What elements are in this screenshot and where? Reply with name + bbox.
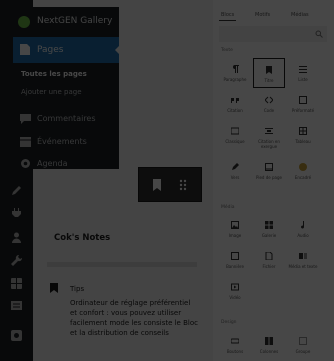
pen-icon — [232, 163, 239, 170]
tab-media[interactable]: Médias — [291, 12, 309, 18]
pages-icon — [20, 44, 30, 55]
gallery-icon — [265, 221, 273, 229]
block-toolbar — [138, 167, 202, 202]
callout-icon — [299, 163, 307, 171]
buttons-icon — [231, 338, 239, 344]
bookmark-icon — [50, 283, 58, 293]
block-media-text[interactable]: Média et texte — [287, 245, 319, 275]
active-menu-arrow — [115, 45, 120, 55]
block-classic[interactable]: Classique — [219, 120, 251, 150]
section-text: Texte — [221, 48, 233, 53]
block-file[interactable]: Fichier — [253, 245, 285, 275]
calendar-icon — [20, 137, 31, 147]
section-media: Média — [221, 205, 235, 210]
list-icon — [299, 66, 307, 73]
footer-icon — [265, 163, 273, 171]
image-icon — [231, 221, 239, 229]
inserter-tabs: Blocs Motifs Médias — [213, 8, 334, 22]
gallery-icon[interactable] — [11, 330, 22, 341]
submenu-add-page[interactable]: Ajouter une page — [21, 88, 82, 96]
menu-item-events-label: Événements — [37, 137, 87, 146]
menu-item-comments[interactable]: Commentaires — [13, 108, 119, 130]
tip-text: Ordinateur de réglage préférentiel et co… — [70, 299, 198, 337]
users-icon[interactable] — [11, 232, 22, 243]
block-image[interactable]: Image — [219, 214, 251, 244]
audio-icon — [301, 221, 305, 229]
file-icon — [265, 252, 273, 260]
menu-item-comments-label: Commentaires — [37, 114, 96, 123]
tab-patterns[interactable]: Motifs — [255, 12, 270, 18]
columns-icon — [265, 337, 273, 345]
group-icon — [299, 337, 307, 345]
paragraph-icon — [233, 65, 239, 73]
pullquote-icon — [265, 128, 273, 134]
tip-title: Tips — [70, 285, 85, 293]
video-icon — [231, 283, 239, 291]
block-group[interactable]: Groupe — [287, 330, 319, 360]
search-icon — [315, 30, 323, 38]
preformatted-icon — [299, 96, 307, 104]
block-callout[interactable]: Encadré — [287, 156, 319, 186]
bookmark-icon[interactable] — [150, 178, 164, 192]
wrench-icon[interactable] — [11, 255, 22, 266]
media-text-icon — [299, 253, 307, 259]
admin-flyout-menu: NextGEN Gallery Pages Toutes les pages A… — [13, 7, 120, 169]
tab-blocks[interactable]: Blocs — [218, 12, 237, 21]
block-preformatted[interactable]: Préformaté — [287, 89, 319, 119]
block-video[interactable]: Vidéo — [219, 276, 251, 306]
menu-item-agenda[interactable]: Agenda — [13, 153, 119, 175]
settings-grid-icon[interactable] — [11, 278, 22, 289]
block-search-input[interactable] — [219, 26, 327, 42]
plugin-icon[interactable] — [11, 208, 22, 219]
block-table[interactable]: Tableau — [287, 120, 319, 150]
block-inserter-panel: Blocs Motifs Médias Texte Paragraphe Tit… — [213, 0, 334, 361]
block-pullquote[interactable]: Citation en exergue — [253, 120, 285, 150]
block-gallery[interactable]: Galerie — [253, 214, 285, 244]
post-title[interactable]: Cok's Notes — [54, 233, 110, 243]
menu-item-pages[interactable]: Pages — [13, 37, 120, 63]
menu-item-agenda-label: Agenda — [37, 159, 68, 168]
brand-name: NextGEN Gallery — [37, 16, 113, 26]
quote-icon — [231, 98, 239, 103]
menu-item-events[interactable]: Événements — [13, 131, 119, 153]
menu-item-pages-label: Pages — [37, 45, 64, 55]
block-paragraph[interactable]: Paragraphe — [219, 58, 251, 88]
block-verse[interactable]: Vers — [219, 156, 251, 186]
section-design: Design — [221, 320, 237, 325]
nextgen-logo-icon — [18, 16, 30, 28]
keyboard-icon — [231, 127, 239, 135]
block-buttons[interactable]: Boutons — [219, 330, 251, 360]
block-audio[interactable]: Audio — [287, 214, 319, 244]
plugin-brand[interactable]: NextGEN Gallery — [13, 7, 119, 37]
block-footer[interactable]: Pied de page — [253, 156, 285, 186]
block-cover[interactable]: Bannière — [219, 245, 251, 275]
gear-icon — [21, 159, 30, 168]
brush-icon[interactable] — [11, 185, 22, 196]
table-icon — [299, 127, 307, 135]
code-icon — [265, 96, 273, 104]
drag-handle-icon[interactable] — [176, 178, 190, 192]
separator-block[interactable] — [47, 262, 197, 267]
block-quote[interactable]: Citation — [219, 89, 251, 119]
form-icon[interactable] — [11, 300, 22, 311]
cover-icon — [231, 252, 239, 260]
block-columns[interactable]: Colonnes — [253, 330, 285, 360]
block-heading[interactable]: Titre — [253, 58, 285, 88]
block-list[interactable]: Liste — [287, 58, 319, 88]
submenu-all-pages[interactable]: Toutes les pages — [21, 70, 87, 78]
bookmark-icon — [266, 66, 272, 74]
block-code[interactable]: Code — [253, 89, 285, 119]
comment-icon — [20, 114, 31, 124]
